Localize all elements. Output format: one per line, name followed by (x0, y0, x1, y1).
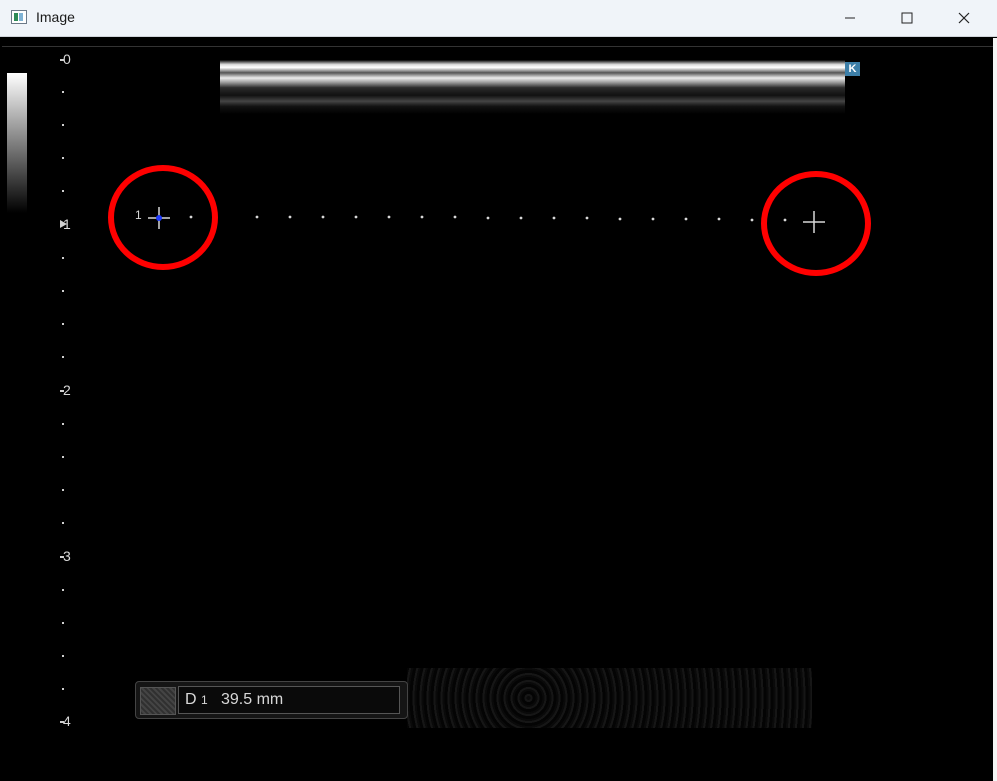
depth-ticks (60, 59, 67, 723)
lateral-scale (2, 46, 995, 47)
speckle-noise (407, 668, 812, 728)
measurement-field: D 1 39.5 mm (178, 686, 400, 714)
measurement-swatch (140, 687, 176, 715)
tissue-echo-band (220, 60, 845, 135)
depth-scale: 0 1 2 3 4 (57, 38, 97, 779)
measurement-result-box: D 1 39.5 mm (135, 681, 408, 719)
close-icon (958, 12, 970, 24)
caliper-dots (189, 215, 787, 222)
probe-badge: K (845, 62, 860, 76)
title-bar: Image (0, 0, 997, 37)
ultrasound-image[interactable]: 0 1 2 3 4 K (2, 38, 995, 779)
maximize-button[interactable] (878, 0, 936, 36)
measurement-index: 1 (201, 693, 208, 707)
minimize-icon (845, 17, 855, 19)
window-edge (993, 38, 997, 781)
app-icon (11, 10, 27, 24)
close-button[interactable] (935, 0, 993, 36)
minimize-button[interactable] (821, 0, 879, 36)
annotation-circle-start (108, 165, 218, 270)
image-window: Image 0 1 2 3 4 (0, 0, 997, 781)
measurement-label: D (185, 691, 197, 708)
maximize-icon (901, 12, 913, 24)
window-title: Image (36, 9, 75, 25)
annotation-circle-end (761, 171, 871, 276)
measurement-value: 39.5 mm (221, 691, 284, 708)
